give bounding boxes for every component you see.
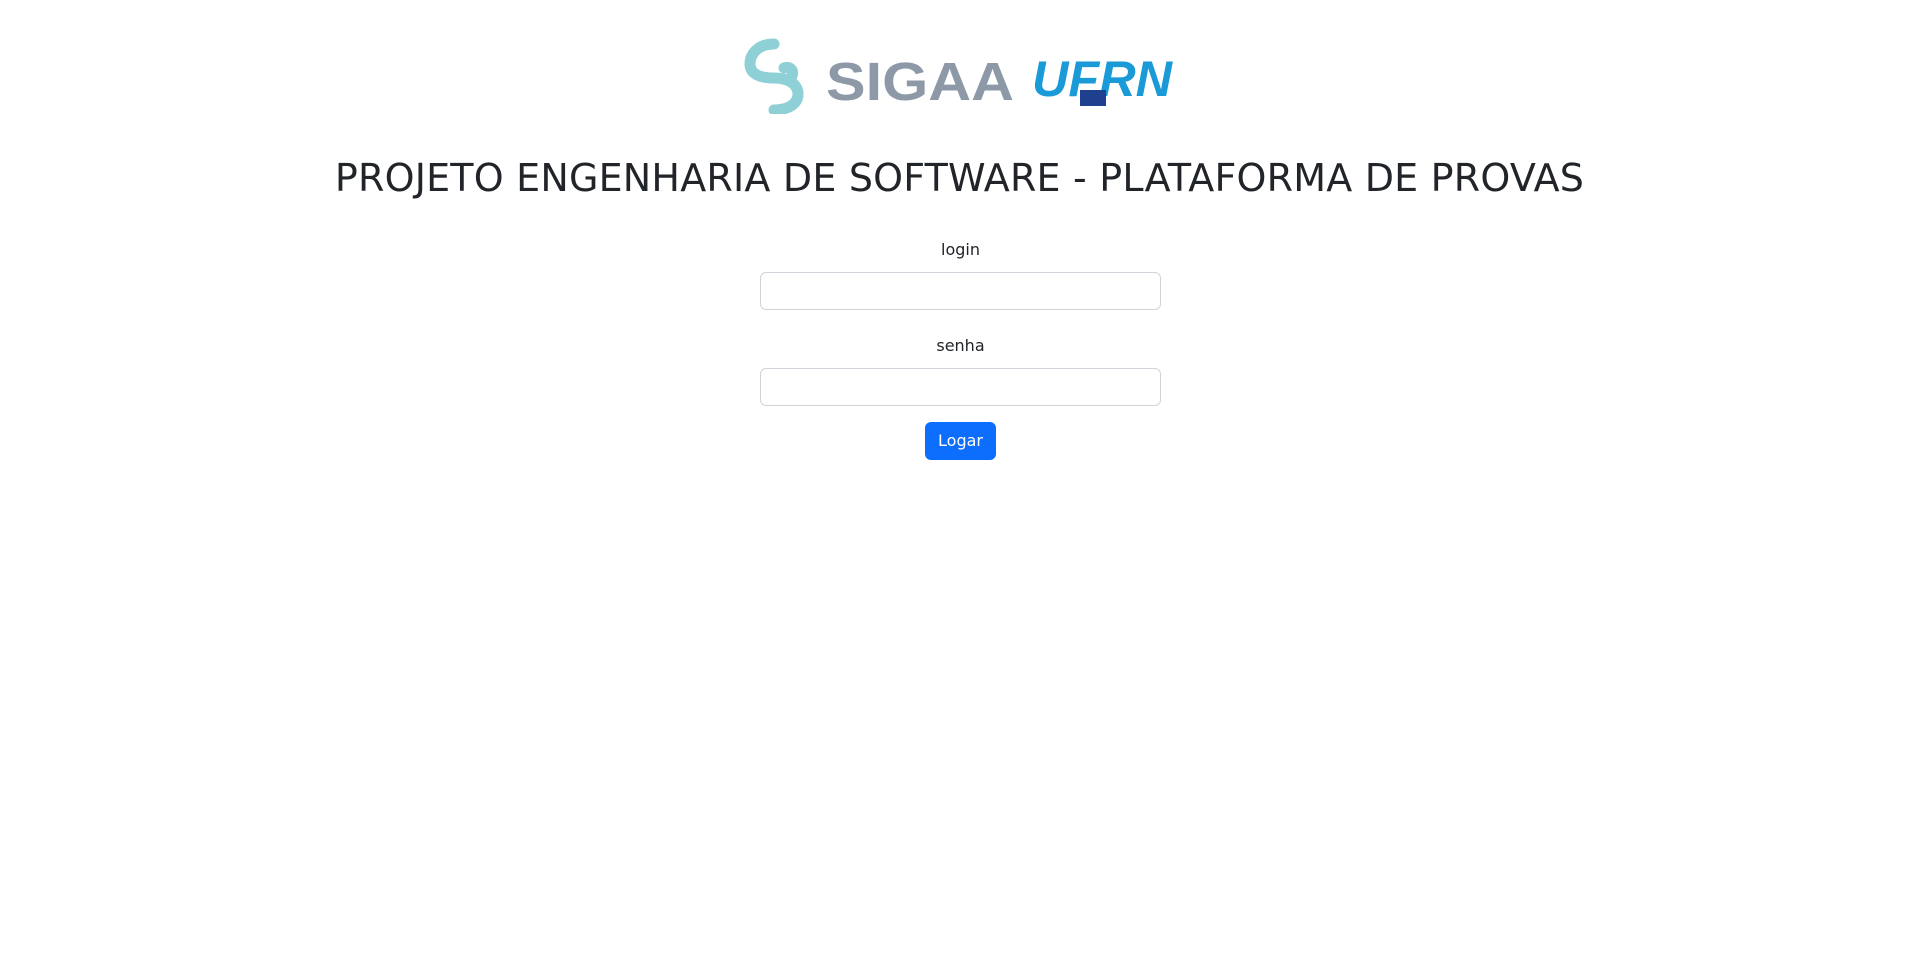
senha-label: senha (936, 336, 985, 355)
sigaa-ufrn-logo: SIGAA UFRN (744, 38, 1174, 114)
senha-input[interactable] (760, 368, 1161, 406)
submit-row: Logar (760, 422, 1161, 460)
logar-button[interactable]: Logar (925, 422, 996, 460)
logo-graphic: SIGAA UFRN (744, 38, 1173, 114)
sigaa-wordmark: SIGAA (826, 52, 1014, 112)
ufrn-accent-shape (1080, 90, 1106, 106)
login-input[interactable] (760, 272, 1161, 310)
login-form: login senha Logar (760, 238, 1161, 460)
senha-field-group: senha (760, 334, 1161, 406)
login-label: login (941, 240, 980, 259)
login-field-group: login (760, 238, 1161, 310)
sigaa-symbol-icon (744, 38, 804, 114)
page-title: PROJETO ENGENHARIA DE SOFTWARE - PLATAFO… (334, 156, 1585, 200)
login-page: SIGAA UFRN PROJETO ENGENHARIA DE SOFTWAR… (0, 0, 1919, 966)
